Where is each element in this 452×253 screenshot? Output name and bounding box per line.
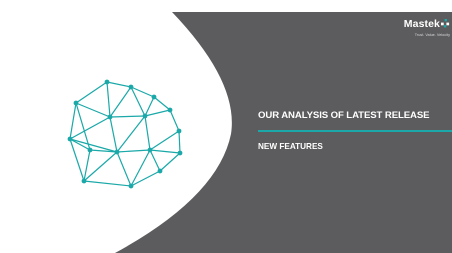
mastek-star-icon <box>441 19 450 28</box>
brand-logo: Mastek Trust. Value. Velocity <box>380 14 450 37</box>
title-divider <box>258 130 452 132</box>
network-globe-icon <box>67 79 183 189</box>
logo-tagline: Trust. Value. Velocity <box>414 33 450 37</box>
presentation-slide: Mastek Trust. Value. Velocity OUR ANALYS… <box>0 0 452 253</box>
logo-wordmark: Mastek <box>403 18 440 30</box>
slide-subtitle: NEW FEATURES <box>258 142 323 151</box>
slide-title: OUR ANALYSIS OF LATEST RELEASE <box>258 110 430 121</box>
